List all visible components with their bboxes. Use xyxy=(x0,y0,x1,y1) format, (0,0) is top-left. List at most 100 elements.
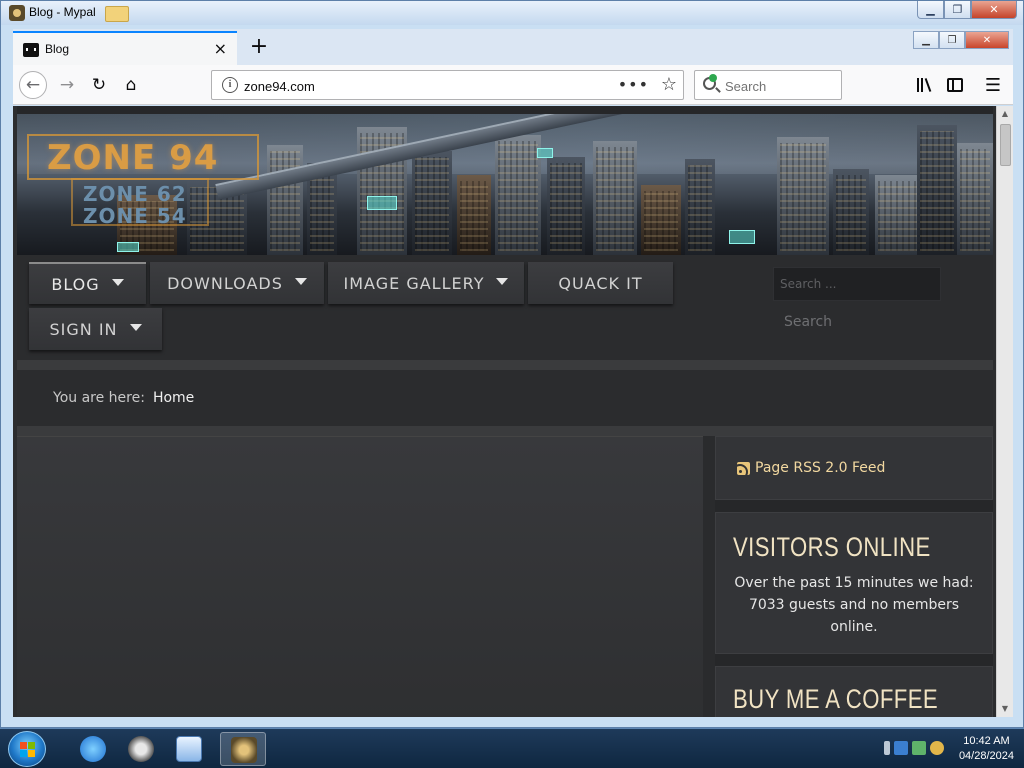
window-restore-button[interactable]: ❐ xyxy=(944,1,971,19)
logo-sub-text: ZONE 62 xyxy=(83,182,187,206)
taskbar-raccoon-app[interactable] xyxy=(118,732,164,766)
tab-blog[interactable]: Blog × xyxy=(13,31,237,65)
browser-search-input[interactable] xyxy=(725,76,835,96)
mypal-app-icon xyxy=(231,737,257,763)
window-title: Blog - Mypal xyxy=(29,5,96,19)
folder-icon xyxy=(105,6,129,22)
browser-window: Blog - Mypal ▁ ❐ ✕ Blog × + ▁ ❐ ✕ ← → ↻ … xyxy=(0,0,1024,728)
windows-logo-icon xyxy=(20,742,36,758)
menu-item-sign-in[interactable]: SIGN IN xyxy=(29,308,162,350)
start-button[interactable] xyxy=(8,731,46,767)
internet-explorer-icon xyxy=(80,736,106,762)
tray-icons xyxy=(884,741,944,755)
rss-module: Page RSS 2.0 Feed xyxy=(715,436,993,500)
url-input[interactable] xyxy=(244,76,604,96)
site-search-button[interactable]: Search xyxy=(773,307,843,337)
caret-down-icon xyxy=(129,324,142,331)
sidebar-toggle-button[interactable] xyxy=(941,71,969,99)
tab-close-icon[interactable]: × xyxy=(214,39,227,58)
library-button[interactable] xyxy=(909,71,937,99)
tray-arrow-icon[interactable] xyxy=(884,741,890,755)
tabstrip-restore-button[interactable]: ❐ xyxy=(939,31,965,49)
site-logo[interactable]: ZONE 94 ZONE 62 ZONE 54 xyxy=(27,130,267,230)
scrollbar-thumb[interactable] xyxy=(1000,124,1011,166)
scroll-up-arrow-icon[interactable]: ▲ xyxy=(997,106,1013,122)
buy-me-a-coffee-module: BUY ME A COFFEE xyxy=(715,666,993,717)
page-scrollbar[interactable]: ▲ ▼ xyxy=(996,106,1013,717)
site-info-icon[interactable]: i xyxy=(222,77,238,93)
breadcrumb: You are here: Home xyxy=(17,370,993,426)
library-icon xyxy=(917,78,932,92)
caret-down-icon xyxy=(294,278,307,285)
raccoon-icon xyxy=(128,736,154,762)
visitors-online-module: VISITORS ONLINE Over the past 15 minutes… xyxy=(715,512,993,654)
taskbar-mypal-browser[interactable] xyxy=(220,732,266,766)
tabstrip-close-button[interactable]: ✕ xyxy=(965,31,1009,49)
add-search-engine-icon xyxy=(709,74,717,82)
bookmark-star-icon[interactable]: ☆ xyxy=(661,74,677,95)
site-header-banner: ZONE 94 ZONE 62 ZONE 54 xyxy=(17,114,993,255)
menu-item-blog[interactable]: BLOG xyxy=(29,262,146,304)
menu-item-downloads[interactable]: DOWNLOADS xyxy=(150,262,324,304)
notepad-icon xyxy=(176,736,202,762)
window-minimize-button[interactable]: ▁ xyxy=(917,1,944,19)
menu-item-label: SIGN IN xyxy=(49,319,118,339)
menu-item-quack-it[interactable]: QUACK IT xyxy=(528,262,673,304)
module-title: VISITORS ONLINE xyxy=(733,532,931,562)
site-favicon-icon xyxy=(23,43,39,57)
home-button[interactable]: ⌂ xyxy=(117,71,145,99)
tabstrip-window-controls: ▁ ❐ ✕ xyxy=(913,31,1009,49)
caret-down-icon xyxy=(496,278,509,285)
url-bar[interactable]: i ••• ☆ xyxy=(211,70,684,100)
tab-label: Blog xyxy=(45,42,70,56)
page-actions-icon[interactable]: ••• xyxy=(618,75,649,94)
menu-item-image-gallery[interactable]: IMAGE GALLERY xyxy=(328,262,524,304)
site-main-menu: BLOG DOWNLOADS IMAGE GALLERY QUACK IT SI… xyxy=(17,255,993,360)
app-menu-button[interactable]: ☰ xyxy=(979,71,1007,99)
visitors-online-text: Over the past 15 minutes we had: 7033 gu… xyxy=(734,575,974,635)
breadcrumb-label: You are here: xyxy=(53,390,145,406)
new-tab-button[interactable]: + xyxy=(245,33,273,61)
section-divider xyxy=(17,360,993,370)
menu-item-label: BLOG xyxy=(51,274,100,294)
network-icon[interactable] xyxy=(912,741,926,755)
reload-button[interactable]: ↻ xyxy=(85,71,113,99)
menu-item-label: QUACK IT xyxy=(558,273,643,293)
scroll-down-arrow-icon[interactable]: ▼ xyxy=(997,701,1013,717)
browser-search-bar[interactable] xyxy=(694,70,842,100)
clock-time: 10:42 AM xyxy=(963,735,1010,747)
column-gutter xyxy=(703,436,715,717)
module-title: BUY ME A COFFEE xyxy=(733,684,939,714)
logo-sub-text: ZONE 54 xyxy=(83,204,187,228)
site-search-input[interactable] xyxy=(773,267,941,301)
breadcrumb-home: Home xyxy=(152,390,195,406)
navigation-toolbar: ← → ↻ ⌂ i ••• ☆ ☰ xyxy=(13,65,1013,105)
taskbar-internet-explorer[interactable] xyxy=(70,732,116,766)
caret-down-icon xyxy=(111,279,124,286)
rss-feed-link[interactable]: Page RSS 2.0 Feed xyxy=(737,460,885,476)
web-page: ZONE 94 ZONE 62 ZONE 54 BLOG DOWNLOADS I… xyxy=(17,106,993,717)
clock-date: 04/28/2024 xyxy=(958,750,1014,762)
menu-item-label: IMAGE GALLERY xyxy=(343,273,485,293)
rss-icon xyxy=(737,461,750,475)
window-close-button[interactable]: ✕ xyxy=(971,1,1017,19)
volume-icon[interactable] xyxy=(930,741,944,755)
mypal-app-icon xyxy=(9,5,25,21)
main-content-area xyxy=(17,436,703,717)
logo-main-text: ZONE 94 xyxy=(47,138,219,178)
window-titlebar[interactable]: Blog - Mypal ▁ ❐ ✕ xyxy=(1,1,1023,25)
menu-item-label: DOWNLOADS xyxy=(167,273,283,293)
tabstrip-minimize-button[interactable]: ▁ xyxy=(913,31,939,49)
taskbar-clock[interactable]: 10:42 AM 04/28/2024 xyxy=(959,734,1014,764)
forward-button[interactable]: → xyxy=(53,71,81,99)
page-viewport: ZONE 94 ZONE 62 ZONE 54 BLOG DOWNLOADS I… xyxy=(13,106,1013,717)
back-button[interactable]: ← xyxy=(19,71,47,99)
taskbar: 10:42 AM 04/28/2024 xyxy=(0,728,1024,768)
section-divider xyxy=(17,426,993,436)
keyboard-layout-icon[interactable] xyxy=(894,741,908,755)
tab-strip: Blog × + ▁ ❐ ✕ xyxy=(13,29,1013,65)
rss-feed-label: Page RSS 2.0 Feed xyxy=(755,460,886,476)
taskbar-notepad-app[interactable] xyxy=(166,732,212,766)
system-tray: 10:42 AM 04/28/2024 xyxy=(874,729,1024,768)
sidebar-icon xyxy=(947,78,963,92)
